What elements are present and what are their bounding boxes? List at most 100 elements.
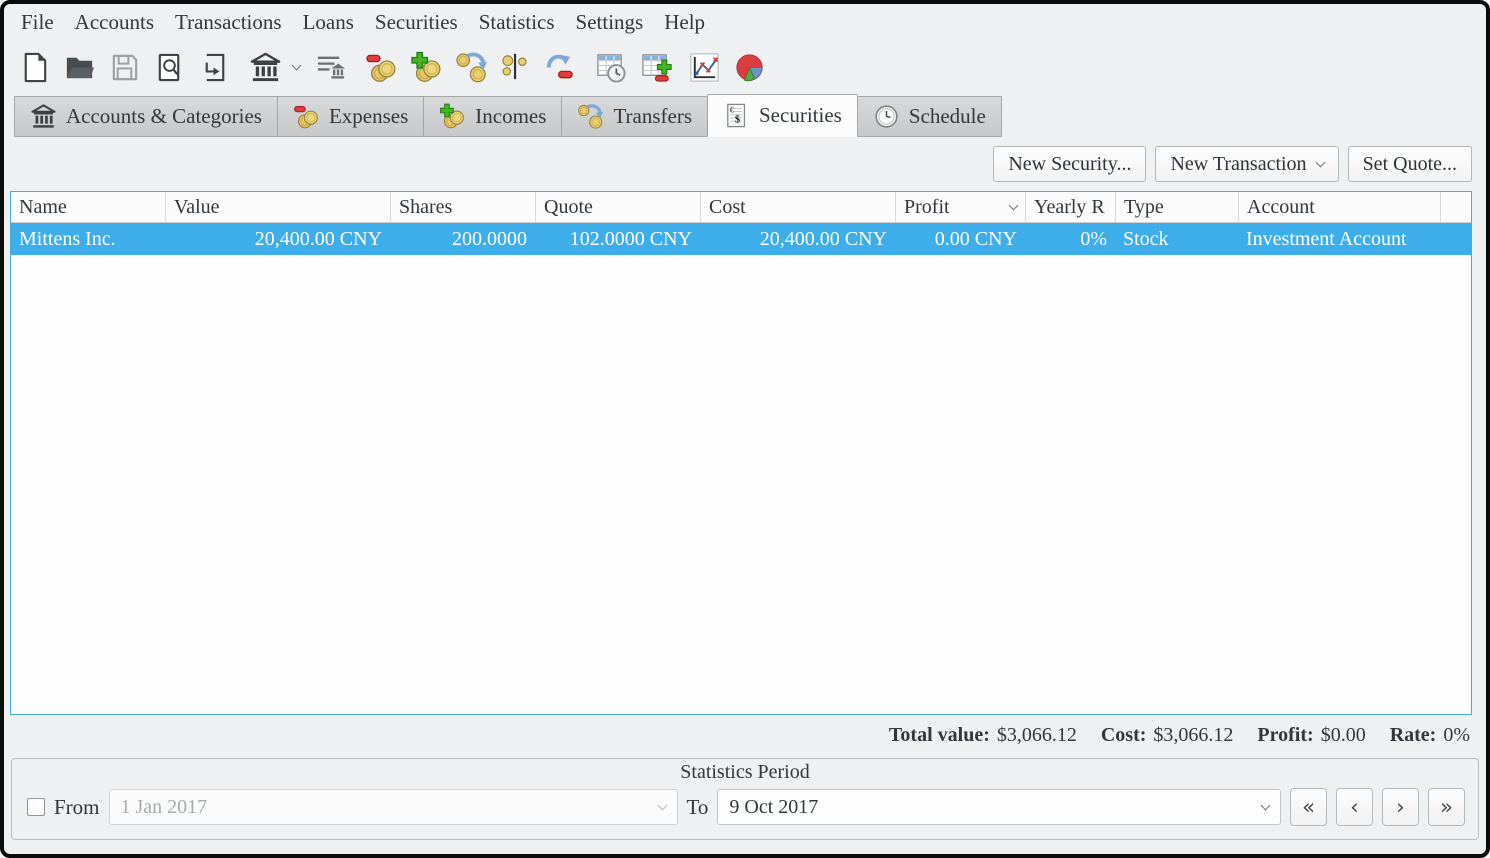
menu-securities[interactable]: Securities (375, 10, 458, 35)
cell-account: Investment Account (1238, 228, 1440, 251)
account-list-icon[interactable] (314, 48, 349, 86)
double-chevron-left-icon: « (1302, 795, 1315, 819)
new-transaction-label: New Transaction (1170, 153, 1306, 176)
tab-label: Expenses (329, 104, 408, 129)
double-chevron-right-icon: » (1440, 795, 1453, 819)
set-quote-label: Set Quote... (1363, 153, 1457, 176)
from-checkbox[interactable] (27, 798, 45, 816)
column-header-account[interactable]: Account (1238, 192, 1440, 222)
tab-transfers[interactable]: Transfers (561, 96, 708, 137)
cell-cost: 20,400.00 CNY (700, 228, 895, 251)
chevron-right-icon: › (1396, 795, 1404, 819)
toolbar (4, 41, 1486, 93)
total-value: Total value:$3,066.12 (889, 724, 1077, 747)
save-icon[interactable] (107, 48, 142, 86)
tab-accounts-categories[interactable]: Accounts & Categories (14, 96, 278, 137)
pie-chart-report-icon[interactable] (732, 48, 767, 86)
column-header-shares[interactable]: Shares (390, 192, 535, 222)
chevron-down-icon (1261, 800, 1271, 810)
tab-label: Schedule (909, 104, 986, 129)
chevron-down-icon (657, 800, 667, 810)
svg-text:$: $ (735, 115, 740, 126)
clock-icon (873, 103, 900, 130)
income-coins-icon (439, 103, 466, 130)
new-scheduled-expense-icon[interactable] (544, 48, 579, 86)
cell-value: 20,400.00 CNY (165, 228, 390, 251)
menu-settings[interactable]: Settings (576, 10, 644, 35)
period-previous-button[interactable]: ‹ (1336, 788, 1373, 826)
tab-label: Accounts & Categories (66, 104, 262, 129)
new-security-label: New Security... (1008, 153, 1131, 176)
svg-text:€: € (730, 105, 734, 114)
column-header-type[interactable]: Type (1115, 192, 1238, 222)
menu-file[interactable]: File (21, 10, 54, 35)
from-date-value: 1 Jan 2017 (121, 796, 208, 819)
total-profit: Profit:$0.00 (1257, 724, 1365, 747)
tab-label: Transfers (613, 104, 692, 129)
line-chart-report-icon[interactable] (687, 48, 722, 86)
sort-indicator-icon (1009, 200, 1019, 210)
view-tabs: Accounts & Categories Expenses Incomes T… (4, 93, 1486, 137)
column-header-quote[interactable]: Quote (535, 192, 700, 222)
new-income-icon[interactable] (409, 48, 444, 86)
menu-bar: File Accounts Transactions Loans Securit… (4, 4, 1486, 41)
cell-shares: 200.0000 (390, 228, 535, 251)
split-transaction-icon[interactable] (499, 48, 534, 86)
expense-coins-icon (293, 103, 320, 130)
totals-bar: Total value:$3,066.12 Cost:$3,066.12 Pro… (4, 715, 1486, 755)
tab-expenses[interactable]: Expenses (277, 96, 424, 137)
cell-type: Stock (1115, 228, 1238, 251)
new-expense-icon[interactable] (364, 48, 399, 86)
period-first-button[interactable]: « (1290, 788, 1327, 826)
to-date-value: 9 Oct 2017 (729, 796, 818, 819)
new-transfer-icon[interactable] (454, 48, 489, 86)
period-last-button[interactable]: » (1428, 788, 1465, 826)
column-header-name[interactable]: Name (11, 192, 165, 222)
column-header-cost[interactable]: Cost (700, 192, 895, 222)
menu-accounts[interactable]: Accounts (75, 10, 154, 35)
cell-yearly-rate: 0% (1025, 228, 1115, 251)
period-next-button[interactable]: › (1382, 788, 1419, 826)
total-rate: Rate:0% (1390, 724, 1470, 747)
chevron-down-icon[interactable] (292, 60, 302, 70)
securities-table: Name Value Shares Quote Cost Profit Year… (10, 191, 1472, 715)
menu-help[interactable]: Help (664, 10, 705, 35)
import-icon[interactable] (197, 48, 232, 86)
column-header-yearly-rate[interactable]: Yearly R (1025, 192, 1115, 222)
open-file-icon[interactable] (62, 48, 97, 86)
from-date-combobox: 1 Jan 2017 (109, 789, 678, 825)
column-header-value[interactable]: Value (165, 192, 390, 222)
to-date-combobox[interactable]: 9 Oct 2017 (717, 789, 1281, 825)
tab-label: Incomes (475, 104, 546, 129)
set-quote-button[interactable]: Set Quote... (1348, 146, 1472, 182)
transfer-coins-icon (577, 103, 604, 130)
cell-profit: 0.00 CNY (895, 228, 1025, 251)
menu-statistics[interactable]: Statistics (479, 10, 555, 35)
total-cost: Cost:$3,066.12 (1101, 724, 1234, 747)
table-header-filler (1440, 192, 1471, 222)
table-empty-area[interactable] (11, 255, 1471, 714)
new-security-button[interactable]: New Security... (993, 146, 1146, 182)
new-transaction-button[interactable]: New Transaction (1155, 146, 1338, 182)
tab-schedule[interactable]: Schedule (857, 96, 1002, 137)
cell-name: Mittens Inc. (11, 228, 165, 251)
new-file-icon[interactable] (17, 48, 52, 86)
menu-transactions[interactable]: Transactions (175, 10, 282, 35)
schedule-table-icon[interactable] (594, 48, 629, 86)
statistics-period-controls: From 1 Jan 2017 To 9 Oct 2017 « ‹ › » (12, 786, 1478, 826)
column-header-profit[interactable]: Profit (895, 192, 1025, 222)
print-preview-icon[interactable] (152, 48, 187, 86)
table-row-selected[interactable]: Mittens Inc. 20,400.00 CNY 200.0000 102.… (11, 223, 1471, 255)
tab-securities[interactable]: €$ Securities (707, 94, 858, 137)
chevron-down-icon (1315, 157, 1325, 167)
bank-icon (30, 103, 57, 130)
security-document-icon: €$ (723, 102, 750, 129)
tab-label: Securities (759, 103, 842, 128)
from-label: From (54, 795, 100, 820)
tab-incomes[interactable]: Incomes (423, 96, 562, 137)
menu-loans[interactable]: Loans (303, 10, 354, 35)
edit-schedule-table-icon[interactable] (639, 48, 674, 86)
cell-quote: 102.0000 CNY (535, 228, 700, 251)
new-account-icon[interactable] (248, 48, 283, 86)
statistics-period-groupbox: Statistics Period From 1 Jan 2017 To 9 O… (11, 758, 1479, 840)
